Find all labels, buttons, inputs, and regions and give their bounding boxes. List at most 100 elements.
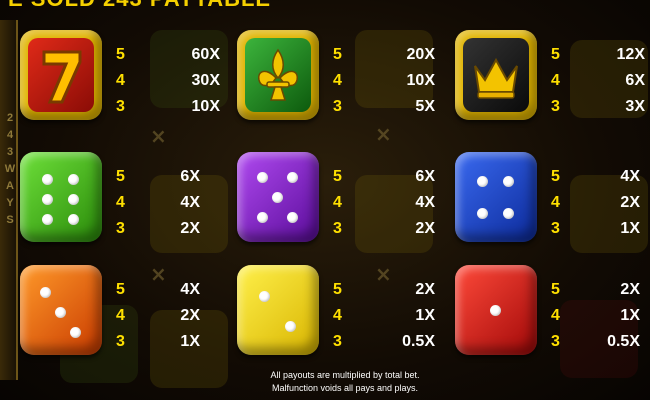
payout-value: 2X: [180, 220, 200, 237]
payout-value: 4X: [180, 194, 200, 211]
payout-value: 12X: [616, 46, 645, 63]
symbol-count: 5: [551, 168, 560, 185]
lucky-seven-icon: [20, 30, 102, 120]
payout-column: 4X 2X 1X: [590, 164, 640, 242]
symbol-count-column: 5 4 3: [333, 42, 353, 120]
die-pip: [257, 212, 268, 223]
paytable-entry-crown: 5 4 3 12X 6X 3X: [455, 30, 650, 150]
payout-column: 20X 10X 5X: [385, 42, 435, 120]
payout-column: 2X 1X 0.5X: [385, 277, 435, 355]
payout-value: 20X: [406, 46, 435, 63]
symbol-count-column: 5 4 3: [116, 164, 136, 242]
crown-icon: [455, 30, 537, 120]
symbol-count: 4: [116, 307, 125, 324]
side-letter: A: [6, 180, 14, 192]
payout-column: 6X 4X 2X: [150, 164, 200, 242]
payout-value: 4X: [180, 281, 200, 298]
payout-value: 1X: [415, 307, 435, 324]
symbol-count: 5: [333, 281, 342, 298]
payout-column: 6X 4X 2X: [385, 164, 435, 242]
payout-column: 2X 1X 0.5X: [590, 277, 640, 355]
symbol-count: 4: [333, 194, 342, 211]
die-pip: [503, 176, 514, 187]
payout-column: 4X 2X 1X: [150, 277, 200, 355]
purple-die-five-icon: [237, 152, 319, 242]
paytable-footer-disclaimer: All payouts are multiplied by total bet.…: [230, 369, 460, 395]
payout-value: 10X: [406, 72, 435, 89]
paytable-entry-yellow-die: 5 4 3 2X 1X 0.5X: [237, 265, 437, 385]
yellow-die-two-icon: [237, 265, 319, 355]
symbol-count: 3: [333, 333, 342, 350]
die-pip: [477, 176, 488, 187]
red-die-one-icon: [455, 265, 537, 355]
symbol-count: 3: [116, 220, 125, 237]
symbol-count-column: 5 4 3: [333, 164, 353, 242]
die-pip: [40, 287, 51, 298]
payout-value: 2X: [415, 220, 435, 237]
die-pip: [285, 321, 296, 332]
footer-line-1: All payouts are multiplied by total bet.: [270, 370, 420, 380]
symbol-count-column: 5 4 3: [551, 277, 571, 355]
symbol-count: 3: [333, 98, 342, 115]
payout-value: 2X: [180, 307, 200, 324]
symbol-count-column: 5 4 3: [551, 42, 571, 120]
paytable-entry-blue-die: 5 4 3 4X 2X 1X: [455, 152, 650, 272]
die-pip: [70, 327, 81, 338]
die-pip: [42, 174, 53, 185]
paytable-title: E SOLD 243 PAYTABLE: [8, 0, 271, 12]
die-pip: [68, 214, 79, 225]
die-pip: [257, 172, 268, 183]
symbol-count-column: 5 4 3: [116, 277, 136, 355]
symbol-count: 4: [551, 72, 560, 89]
die-pip: [259, 291, 270, 302]
payout-value: 6X: [415, 168, 435, 185]
die-pip: [490, 305, 501, 316]
die-pip: [68, 174, 79, 185]
symbol-count: 3: [551, 333, 560, 350]
payout-value: 6X: [625, 72, 645, 89]
symbol-count: 5: [551, 46, 560, 63]
payout-value: 4X: [415, 194, 435, 211]
die-pip: [272, 192, 283, 203]
symbol-count: 5: [551, 281, 560, 298]
side-ways-label: 2 4 3 W A Y S: [4, 110, 16, 229]
side-letter: 3: [6, 146, 14, 158]
payout-value: 0.5X: [402, 333, 435, 350]
payout-value: 1X: [620, 220, 640, 237]
symbol-count-column: 5 4 3: [116, 42, 136, 120]
paytable-entry-seven: 5 4 3 60X 30X 10X: [20, 30, 220, 150]
symbol-count: 4: [333, 307, 342, 324]
symbol-count: 5: [116, 281, 125, 298]
symbol-count: 5: [116, 46, 125, 63]
payout-value: 3X: [625, 98, 645, 115]
die-pip: [42, 214, 53, 225]
paytable-entry-orange-die: 5 4 3 4X 2X 1X: [20, 265, 220, 385]
payout-column: 60X 30X 10X: [170, 42, 220, 120]
payout-column: 12X 6X 3X: [595, 42, 645, 120]
symbol-count: 3: [116, 98, 125, 115]
payout-value: 30X: [191, 72, 220, 89]
symbol-count: 5: [333, 168, 342, 185]
payout-value: 5X: [415, 98, 435, 115]
die-pip: [68, 194, 79, 205]
side-letter: W: [4, 163, 16, 175]
payout-value: 6X: [180, 168, 200, 185]
symbol-count: 4: [116, 194, 125, 211]
green-die-six-icon: [20, 152, 102, 242]
symbol-count-column: 5 4 3: [333, 277, 353, 355]
die-pip: [55, 307, 66, 318]
symbol-count: 5: [333, 46, 342, 63]
fleur-de-lis-icon: [237, 30, 319, 120]
side-letter: 2: [6, 112, 14, 124]
die-pip: [42, 194, 53, 205]
side-letter: S: [6, 214, 14, 226]
die-pip: [287, 172, 298, 183]
symbol-count: 5: [116, 168, 125, 185]
payout-value: 2X: [620, 281, 640, 298]
symbol-count: 3: [116, 333, 125, 350]
payout-value: 1X: [620, 307, 640, 324]
payout-value: 10X: [191, 98, 220, 115]
paytable-entry-green-die: 5 4 3 6X 4X 2X: [20, 152, 220, 272]
payout-value: 4X: [620, 168, 640, 185]
payout-value: 0.5X: [607, 333, 640, 350]
